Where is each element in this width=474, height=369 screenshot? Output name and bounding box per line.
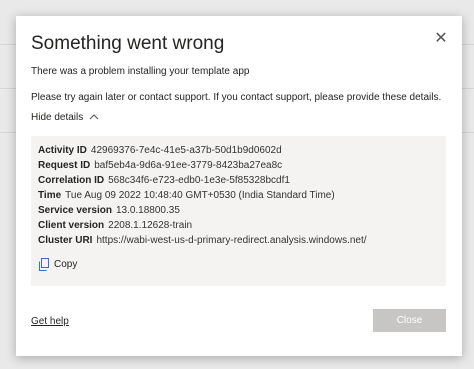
details-panel: Activity ID 42969376-7e4c-41e5-a37b-50d1b… <box>31 136 446 286</box>
detail-row-cluster-uri: Cluster URI https://wabi-west-us-d-primar… <box>38 235 367 246</box>
copy-label: Copy <box>54 259 78 271</box>
hide-details-toggle[interactable]: Hide details <box>31 112 99 123</box>
detail-row-request-id: Request ID baf5eb4a-9d6a-91ee-3779-8423ba… <box>38 160 282 171</box>
detail-row-correlation-id: Correlation ID 568c34f6-e723-edb0-1e3e-5f… <box>38 175 290 186</box>
get-help-link[interactable]: Get help <box>31 316 69 327</box>
support-instructions: Please try again later or contact suppor… <box>31 92 442 103</box>
detail-value: 13.0.18800.35 <box>115 205 180 216</box>
detail-row-activity-id: Activity ID 42969376-7e4c-41e5-a37b-50d1b… <box>38 145 282 156</box>
detail-label: Request ID <box>38 160 91 171</box>
detail-label: Correlation ID <box>38 175 105 186</box>
detail-label: Time <box>38 190 62 201</box>
detail-row-service-version: Service version 13.0.18800.35 <box>38 205 180 216</box>
detail-label: Client version <box>38 220 105 231</box>
hide-details-label: Hide details <box>31 112 84 123</box>
error-dialog: Something went wrong ✕ There was a probl… <box>16 16 462 356</box>
detail-value: baf5eb4a-9d6a-91ee-3779-8423ba27ea8c <box>94 160 283 171</box>
dialog-title: Something went wrong <box>31 33 225 54</box>
chevron-up-icon <box>89 114 99 120</box>
detail-value: 42969376-7e4c-41e5-a37b-50d1b9d0602d <box>90 145 282 156</box>
copy-button[interactable]: Copy <box>38 258 77 271</box>
detail-label: Cluster URI <box>38 235 93 246</box>
detail-value: https://wabi-west-us-d-primary-redirect.… <box>96 235 367 246</box>
detail-value: 568c34f6-e723-edb0-1e3e-5f85328bcdf1 <box>108 175 290 186</box>
detail-row-client-version: Client version 2208.1.12628-train <box>38 220 192 231</box>
close-icon[interactable]: ✕ <box>432 30 450 48</box>
close-button[interactable]: Close <box>373 309 446 332</box>
detail-label: Service version <box>38 205 112 216</box>
detail-row-time: Time Tue Aug 09 2022 10:48:40 GMT+0530 (I… <box>38 190 335 201</box>
detail-value: Tue Aug 09 2022 10:48:40 GMT+0530 (India… <box>65 190 335 201</box>
detail-label: Activity ID <box>38 145 87 156</box>
detail-value: 2208.1.12628-train <box>108 220 193 231</box>
error-message: There was a problem installing your temp… <box>31 66 250 77</box>
copy-icon <box>39 258 49 271</box>
